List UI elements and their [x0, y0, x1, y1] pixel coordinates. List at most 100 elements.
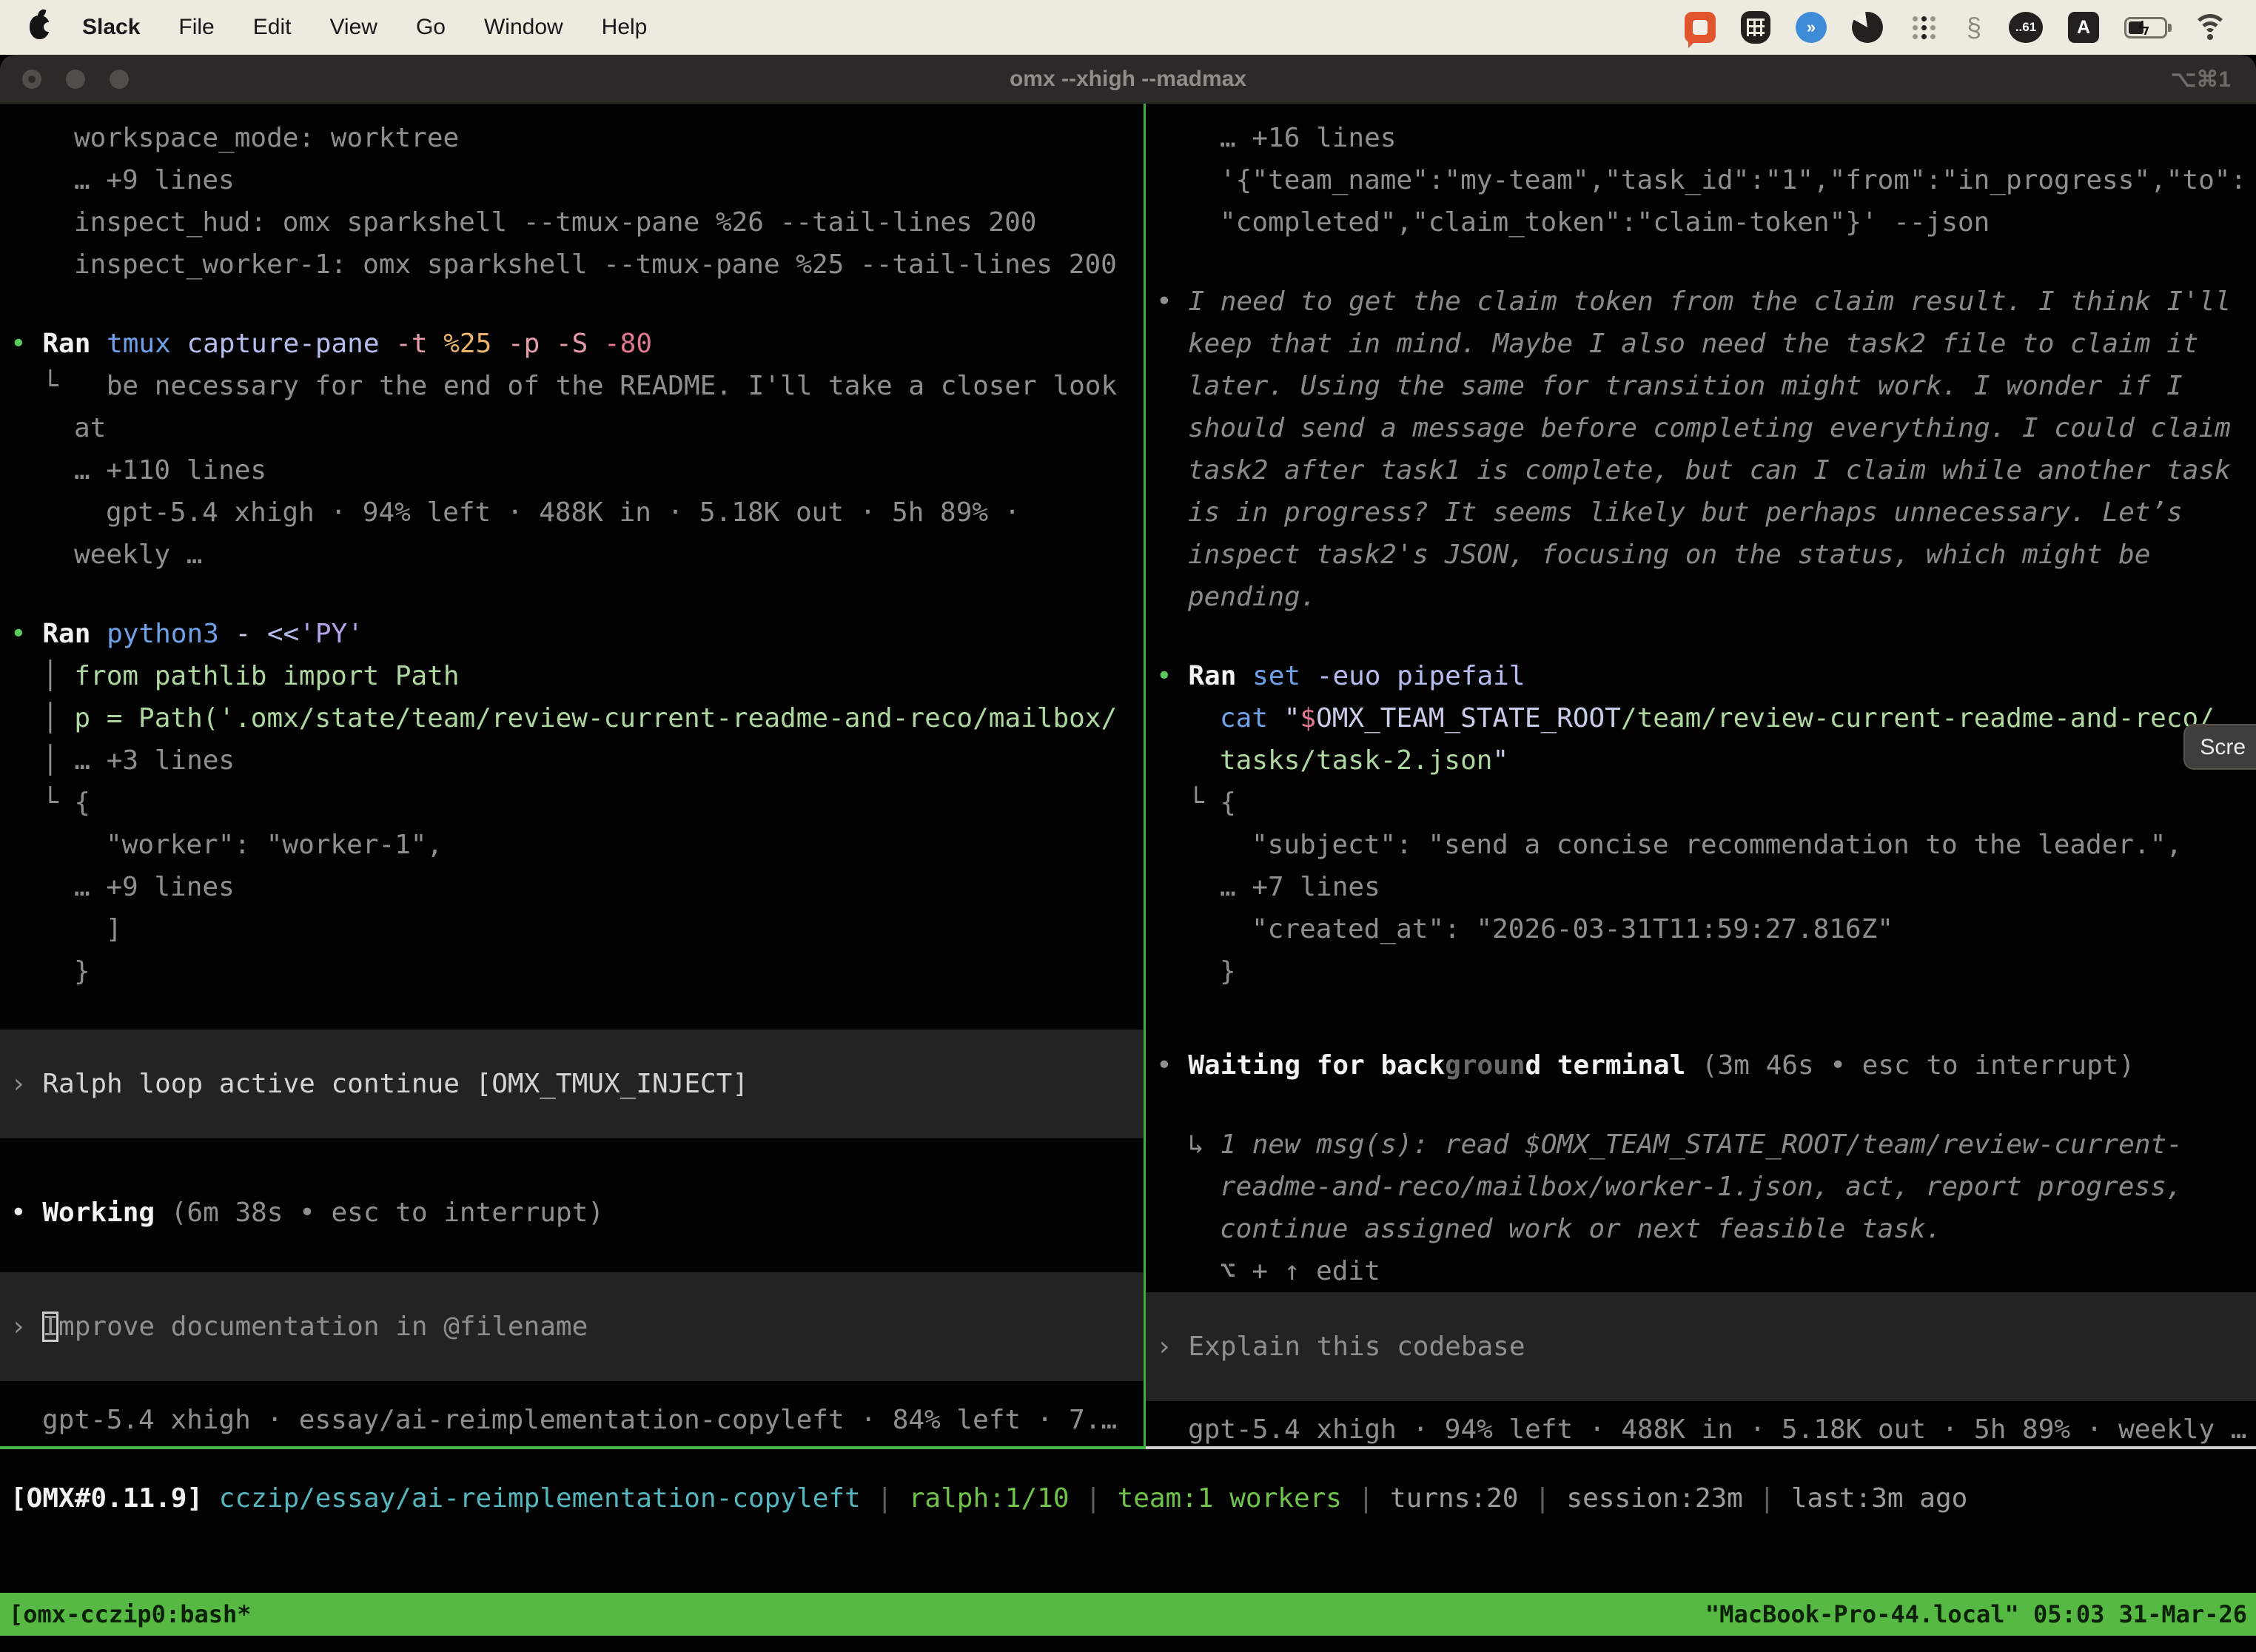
working-status: • Working (6m 38s • esc to interrupt) — [0, 1192, 1144, 1234]
terminal-line: │ from pathlib import Path — [0, 655, 1144, 697]
spacer — [1146, 244, 2256, 281]
terminal-line: is in progress? It seems likely but perh… — [1146, 491, 2256, 534]
blue-speed-badge-icon[interactable]: » — [1796, 12, 1827, 43]
text-cursor: I — [42, 1312, 58, 1342]
menu-item-file[interactable]: File — [178, 15, 214, 40]
text-segment: Ran — [42, 329, 107, 359]
text-segment: inspect_worker-1: omx sparkshell --tmux-… — [74, 249, 1117, 280]
terminal-line: later. Using the same for transition mig… — [1146, 365, 2256, 407]
text-segment: … +110 lines — [74, 455, 266, 486]
text-segment: weekly … — [74, 540, 202, 570]
last-activity: last:3m ago — [1791, 1483, 1967, 1514]
mailbox-message: ↳ 1 new msg(s): read $OMX_TEAM_STATE_ROO… — [1146, 1124, 2256, 1292]
terminal-line: │ … +3 lines — [0, 739, 1144, 782]
app-grid-icon[interactable] — [1908, 12, 1939, 43]
apple-menu-icon[interactable] — [30, 16, 50, 39]
spacer — [0, 576, 1144, 613]
menu-item-window[interactable]: Window — [484, 15, 563, 40]
terminal-window: workspace_mode: worktree … +9 lines inspec… — [0, 104, 2256, 1652]
terminal-line: workspace_mode: worktree — [0, 117, 1144, 159]
terminal-line: • I need to get the claim token from the… — [1146, 281, 2256, 323]
text-segment: Ralph loop active continue [OMX_TMUX_INJ… — [42, 1069, 748, 1099]
omx-status-line: [OMX#0.11.9] cczip/essay/ai-reimplementa… — [0, 1477, 2256, 1520]
text-segment: › — [10, 1312, 42, 1342]
terminal-line: • Working (6m 38s • esc to interrupt) — [0, 1192, 1144, 1234]
right-pane[interactable]: … +16 lines'{"team_name":"my-team","task… — [1146, 104, 2256, 1449]
text-segment: at — [74, 413, 106, 443]
text-segment: d terminal — [1525, 1050, 1702, 1081]
text-segment: ↳ — [1188, 1129, 1220, 1160]
ralph-counter: ralph:1/10 — [909, 1483, 1070, 1514]
window-shortcut-hint: ⌥⌘1 — [2171, 67, 2231, 93]
text-segment: } — [74, 956, 90, 987]
text-segment: -S — [556, 329, 604, 359]
menu-item-slack[interactable]: Slack — [82, 15, 140, 40]
text-segment: { — [1220, 788, 1236, 818]
text-segment: | — [1518, 1483, 1566, 1514]
text-segment: I need to get the claim token from the c… — [1188, 286, 2231, 317]
prompt-input[interactable]: › Improve documentation in @filename — [0, 1272, 1144, 1381]
ralph-loop-banner[interactable]: › Ralph loop active continue [OMX_TMUX_I… — [0, 1030, 1144, 1138]
text-segment: │ — [42, 745, 74, 776]
terminal-line: cat "$OMX_TEAM_STATE_ROOT/team/review-cu… — [1146, 697, 2256, 739]
menu-status-icons: » § ..61 Aϟ — [1685, 11, 2228, 44]
text-segment: '{"team_name":"my-team","task_id":"1","f… — [1220, 165, 2246, 195]
menu-item-edit[interactable]: Edit — [253, 15, 292, 40]
text-segment: • — [1156, 1050, 1188, 1081]
team-counter: team:1 workers — [1118, 1483, 1342, 1514]
recorder-app-icon[interactable] — [1852, 12, 1883, 43]
text-segment: inspect_hud: omx sparkshell --tmux-pane … — [74, 207, 1036, 238]
text-segment: Ran — [1188, 661, 1252, 691]
text-segment: python3 — [107, 619, 235, 649]
battery-charging-icon[interactable]: ϟ — [2124, 17, 2167, 38]
squiggle-app-icon[interactable]: § — [1964, 12, 1984, 43]
terminal-line: '{"team_name":"my-team","task_id":"1","f… — [1146, 159, 2256, 201]
menu-item-go[interactable]: Go — [416, 15, 446, 40]
count-badge-icon[interactable]: ..61 — [2009, 12, 2043, 43]
text-segment: • — [10, 1198, 42, 1228]
text-segment: later. Using the same for transition mig… — [1188, 371, 2183, 401]
text-segment: task2 after task1 is complete, but can I… — [1188, 455, 2231, 486]
text-segment: Ran — [42, 619, 107, 649]
text-segment: from pathlib import Path — [74, 661, 459, 691]
tmux-status-bar: [omx-cczip0:bash* "MacBook-Pro-44.local"… — [0, 1593, 2256, 1636]
keyboard-input-icon[interactable]: A — [2068, 12, 2099, 43]
terminal-line: keep that in mind. Maybe I also need the… — [1146, 323, 2256, 365]
left-pane[interactable]: workspace_mode: worktree … +9 lines inspec… — [0, 104, 1146, 1449]
text-segment: Working — [42, 1198, 170, 1228]
terminal-line: › Ralph loop active continue [OMX_TMUX_I… — [0, 1063, 1144, 1105]
text-segment: … +9 lines — [74, 872, 235, 902]
ran-cat-task: • Ran set -euo pipefailcat "$OMX_TEAM_ST… — [1146, 655, 2256, 993]
terminal-line: ⌥ + ↑ edit — [1146, 1250, 2256, 1292]
text-segment: "created_at": "2026-03-31T11:59:27.816Z" — [1252, 914, 1893, 944]
text-segment: } — [1220, 956, 1236, 987]
waiting-status: • Waiting for background terminal (3m 46… — [1146, 1044, 2256, 1087]
text-segment: -euo pipefail — [1317, 661, 1525, 691]
menu-item-view[interactable]: View — [329, 15, 377, 40]
terminal-line: should send a message before completing … — [1146, 407, 2256, 449]
text-segment: Explain this codebase — [1188, 1332, 1525, 1362]
terminal-line: inspect_hud: omx sparkshell --tmux-pane … — [0, 201, 1144, 244]
wifi-icon[interactable] — [2192, 14, 2228, 41]
text-segment: │ — [42, 661, 74, 691]
chat-app-icon[interactable] — [1685, 12, 1716, 43]
window-title-bar[interactable]: omx --xhigh --madmax ⌥⌘1 — [0, 55, 2256, 104]
text-segment: mprove documentation in @filename — [58, 1312, 588, 1342]
text-segment: groun — [1445, 1050, 1525, 1081]
omx-version: [OMX#0.11.9] — [10, 1483, 219, 1514]
shield-app-icon[interactable] — [1741, 11, 1770, 44]
tmux-panes: workspace_mode: worktree … +9 lines inspec… — [0, 104, 2256, 1449]
terminal-line: ↳ 1 new msg(s): read $OMX_TEAM_STATE_ROO… — [1146, 1124, 2256, 1166]
text-segment: workspace_mode: worktree — [74, 123, 459, 153]
terminal-line: gpt-5.4 xhigh · 94% left · 488K in · 5.1… — [0, 491, 1144, 534]
text-segment: is in progress? It seems likely but perh… — [1188, 497, 2183, 528]
command-output: … +16 lines'{"team_name":"my-team","task… — [1146, 117, 2256, 244]
terminal-line: "subject": "send a concise recommendatio… — [1146, 824, 2256, 866]
terminal-line: tasks/task-2.json" — [1146, 739, 2256, 782]
prompt-input[interactable]: › Explain this codebase — [1146, 1292, 2256, 1401]
tmux-session-label: [omx-cczip0:bash* — [9, 1593, 252, 1636]
text-segment: readme-and-reco/mailbox/worker-1.json, a… — [1220, 1172, 2182, 1202]
menu-item-help[interactable]: Help — [602, 15, 648, 40]
terminal-line: │ p = Path('.omx/state/team/review-curre… — [0, 697, 1144, 739]
text-segment: ] — [106, 914, 122, 944]
